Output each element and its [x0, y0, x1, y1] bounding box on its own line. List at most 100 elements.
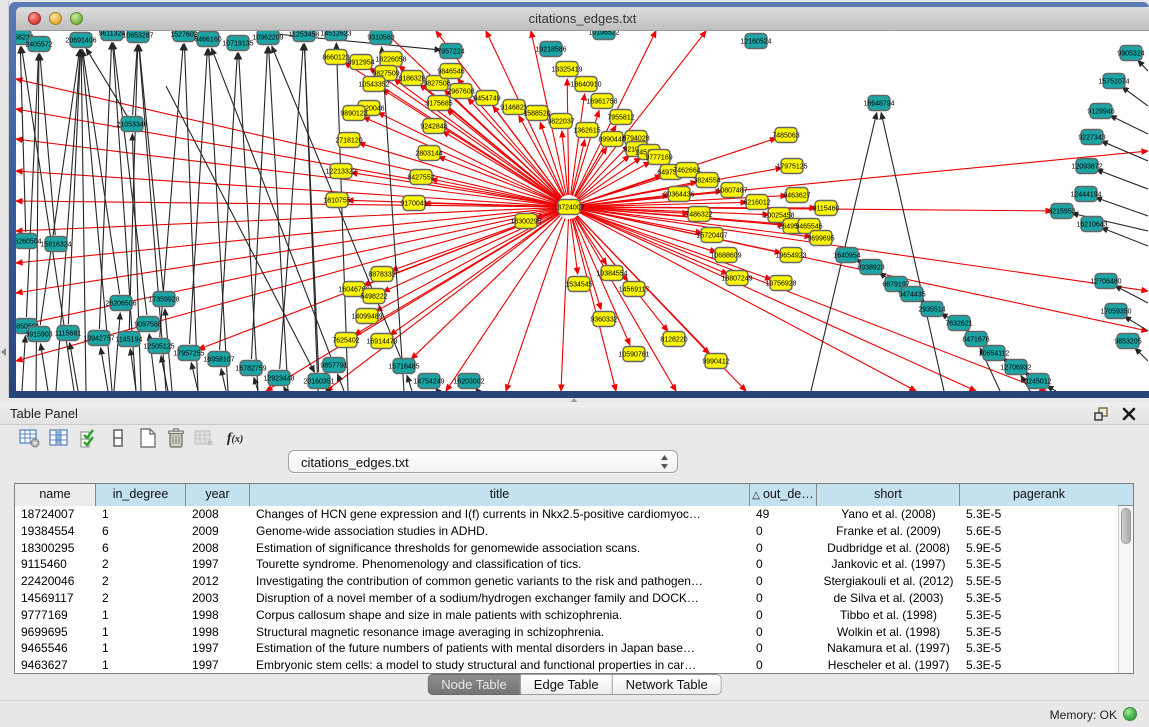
- network-node[interactable]: 20691406: [65, 33, 96, 48]
- table-select-dropdown[interactable]: citations_edges.txt: [288, 450, 678, 473]
- table-cell[interactable]: 5.5E-5: [960, 573, 1118, 590]
- table-cell[interactable]: Embryonic stem cells: a model to study s…: [250, 657, 750, 673]
- table-cell[interactable]: 1997: [186, 657, 250, 673]
- network-node[interactable]: 9310563: [367, 31, 394, 45]
- network-edge[interactable]: [304, 44, 318, 372]
- table-cell[interactable]: Dudbridge et al. (2008): [817, 540, 960, 557]
- table-cell[interactable]: 1: [96, 624, 186, 641]
- unselect-rows-button[interactable]: [105, 425, 131, 451]
- network-node[interactable]: 1145194: [116, 332, 143, 347]
- table-cell[interactable]: 6: [96, 540, 186, 557]
- network-node[interactable]: 7957224: [437, 44, 464, 59]
- network-node[interactable]: 1640954: [833, 248, 860, 263]
- network-node[interactable]: 9245012: [1024, 374, 1051, 389]
- network-node[interactable]: 12923448: [263, 371, 294, 386]
- network-node[interactable]: 1810755: [323, 193, 350, 208]
- column-header-name[interactable]: name: [15, 484, 96, 506]
- network-node[interactable]: 13942757: [83, 331, 114, 346]
- network-node[interactable]: 2405572: [25, 37, 52, 52]
- network-node[interactable]: 10590761: [618, 347, 649, 362]
- network-node[interactable]: 20364436: [663, 187, 694, 202]
- network-node[interactable]: 13325419: [551, 62, 582, 77]
- table-cell[interactable]: 19384554: [15, 523, 96, 540]
- function-builder-button[interactable]: f(x): [222, 425, 248, 451]
- network-edge[interactable]: [446, 217, 562, 391]
- network-node[interactable]: 9115460: [813, 201, 840, 216]
- memory-ok-icon[interactable]: [1123, 707, 1137, 721]
- network-node[interactable]: 9097588: [134, 317, 161, 332]
- network-node[interactable]: 12706480: [1090, 274, 1121, 289]
- network-node[interactable]: 6216012: [743, 195, 770, 210]
- table-cell[interactable]: Disruption of a novel member of a sodium…: [250, 590, 750, 607]
- network-node[interactable]: 9846546: [437, 64, 464, 79]
- column-header-year[interactable]: year: [186, 484, 250, 506]
- table-cell[interactable]: 0: [750, 640, 817, 657]
- table-cell[interactable]: 9115460: [15, 556, 96, 573]
- table-cell[interactable]: 2008: [186, 540, 250, 557]
- network-node[interactable]: 9853205: [1114, 334, 1141, 349]
- network-edge[interactable]: [562, 131, 568, 195]
- network-node[interactable]: 8878332: [368, 267, 395, 282]
- table-row[interactable]: 911546021997Tourette syndrome. Phenomeno…: [15, 556, 1118, 573]
- table-cell[interactable]: 2012: [186, 573, 250, 590]
- network-edge[interactable]: [1138, 60, 1148, 71]
- network-node[interactable]: 1534545: [565, 277, 592, 292]
- network-node[interactable]: 8912954: [347, 55, 374, 70]
- table-cell[interactable]: Nakamura et al. (1997): [817, 640, 960, 657]
- table-cell[interactable]: 1998: [186, 607, 250, 624]
- table-cell[interactable]: 2: [96, 556, 186, 573]
- column-header-out_de[interactable]: △out_de…: [750, 484, 817, 506]
- column-header-short[interactable]: short: [817, 484, 960, 506]
- table-cell[interactable]: 2003: [186, 590, 250, 607]
- network-edge[interactable]: [16, 109, 557, 205]
- network-node[interactable]: 3175685: [425, 96, 452, 111]
- table-cell[interactable]: 1998: [186, 624, 250, 641]
- network-edge[interactable]: [1135, 348, 1148, 361]
- network-edge[interactable]: [567, 79, 569, 195]
- network-node[interactable]: 14569117: [619, 282, 650, 297]
- network-node[interactable]: 16648794: [863, 96, 894, 111]
- network-node[interactable]: 19756928: [765, 276, 796, 291]
- network-node[interactable]: 7955812: [607, 110, 634, 125]
- network-edge[interactable]: [209, 49, 228, 391]
- network-node[interactable]: 8660123: [322, 50, 349, 65]
- table-cell[interactable]: Jankovic et al. (1997): [817, 556, 960, 573]
- close-panel-icon[interactable]: [1121, 406, 1137, 422]
- network-node[interactable]: 1362615: [573, 123, 600, 138]
- network-edge[interactable]: [70, 343, 78, 391]
- network-node[interactable]: 19654923: [775, 248, 806, 263]
- network-edge[interactable]: [101, 348, 108, 391]
- network-edge[interactable]: [1110, 115, 1148, 134]
- table-cell[interactable]: 5.3E-5: [960, 640, 1118, 657]
- table-cell[interactable]: Estimation of significance thresholds fo…: [250, 540, 750, 557]
- network-edge[interactable]: [407, 376, 412, 391]
- network-edge[interactable]: [284, 387, 286, 391]
- network-edge[interactable]: [161, 356, 168, 391]
- network-node[interactable]: 15816324: [40, 237, 71, 252]
- table-row[interactable]: 1456911722003Disruption of a novel membe…: [15, 590, 1118, 607]
- network-node[interactable]: 16782759: [235, 361, 266, 376]
- network-node[interactable]: 9890123: [340, 106, 367, 121]
- network-node[interactable]: 19218586: [535, 42, 566, 57]
- network-node[interactable]: 14754249: [413, 374, 444, 389]
- table-cell[interactable]: 5.3E-5: [960, 590, 1118, 607]
- network-node[interactable]: 2718120: [335, 133, 362, 148]
- network-node[interactable]: 16961758: [586, 94, 617, 109]
- table-cell[interactable]: 5.3E-5: [960, 624, 1118, 641]
- network-node[interactable]: 18807249: [721, 271, 752, 286]
- table-cell[interactable]: Yano et al. (2008): [817, 506, 960, 523]
- table-cell[interactable]: 1997: [186, 640, 250, 657]
- network-node[interactable]: 18300295: [510, 214, 541, 229]
- table-cell[interactable]: 2: [96, 573, 186, 590]
- table-cell[interactable]: Franke et al. (2009): [817, 523, 960, 540]
- new-table-button[interactable]: [135, 425, 161, 451]
- table-cell[interactable]: de Silva et al. (2003): [817, 590, 960, 607]
- table-cell[interactable]: 5.6E-5: [960, 523, 1118, 540]
- network-node[interactable]: 21053346: [116, 117, 147, 132]
- network-node[interactable]: 7625402: [332, 333, 359, 348]
- table-cell[interactable]: 2009: [186, 523, 250, 540]
- table-row[interactable]: 1830029562008Estimation of significance …: [15, 540, 1118, 557]
- table-cell[interactable]: 0: [750, 590, 817, 607]
- network-edge[interactable]: [572, 140, 585, 196]
- network-edge[interactable]: [99, 43, 111, 329]
